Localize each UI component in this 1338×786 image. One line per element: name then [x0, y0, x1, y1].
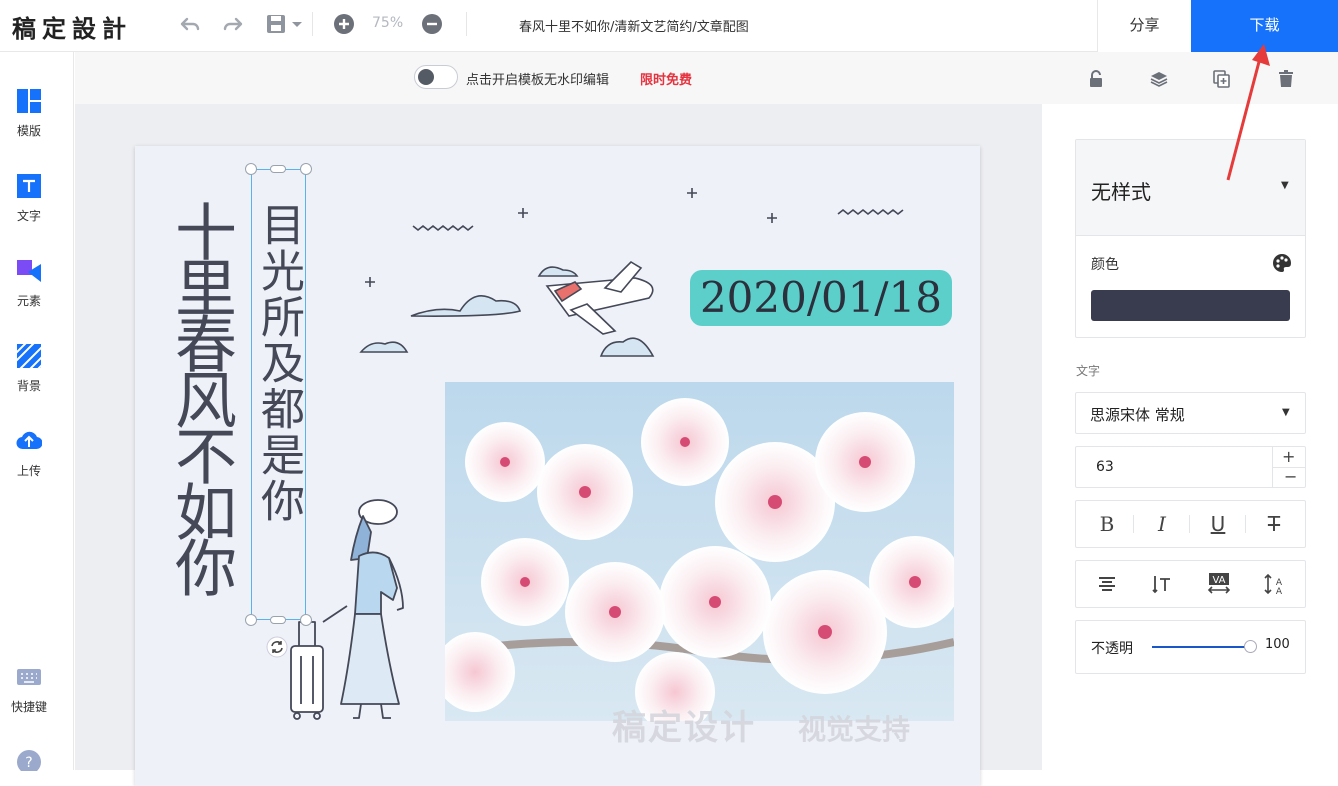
document-title[interactable]: 春风十里不如你/清新文艺简约/文章配图	[519, 16, 749, 35]
elements-icon	[17, 260, 41, 282]
resize-handle[interactable]	[270, 616, 286, 624]
sidebar-item-shortcuts[interactable]: 快捷键	[0, 664, 58, 715]
sidebar-item-background[interactable]: 背景	[0, 343, 58, 394]
opacity-label: 不透明	[1091, 641, 1133, 657]
toggle-knob	[418, 69, 434, 85]
sidebar-item-elements[interactable]: 元素	[0, 258, 58, 309]
sidebar-item-label: 元素	[16, 294, 41, 308]
toolbar-divider	[466, 12, 467, 36]
free-badge: 限时免费	[640, 73, 693, 88]
selection-box[interactable]	[251, 169, 306, 620]
vertical-text-icon[interactable]	[1152, 574, 1172, 594]
color-label: 颜色	[1091, 257, 1119, 273]
watermark-toggle-label: 点击开启模板无水印编辑	[466, 73, 610, 88]
opacity-card: 不透明 100	[1075, 620, 1306, 674]
resize-handle[interactable]	[300, 614, 312, 626]
resize-handle[interactable]	[245, 614, 257, 626]
share-button[interactable]: 分享	[1097, 0, 1191, 52]
undo-icon[interactable]	[176, 12, 204, 40]
canvas-watermark: 稿定设计	[612, 708, 756, 748]
annotation-arrow	[1226, 44, 1270, 181]
cherry-blossom-photo[interactable]	[445, 382, 954, 721]
line-height-icon[interactable]: AA	[1264, 573, 1286, 595]
decrease-icon[interactable]: −	[1284, 467, 1297, 486]
redo-icon[interactable]	[219, 12, 247, 40]
layers-icon[interactable]	[1150, 70, 1168, 88]
align-center-icon[interactable]	[1097, 574, 1117, 594]
sidebar-item-template[interactable]: 模版	[0, 88, 58, 139]
zoom-out-icon[interactable]	[418, 12, 446, 40]
color-swatch[interactable]	[1091, 290, 1290, 321]
toolbar-divider	[312, 12, 313, 36]
watermark-toggle[interactable]	[414, 65, 458, 89]
main-vertical-title[interactable]: 十里春风不如你	[163, 200, 237, 592]
help-icon[interactable]: ?	[16, 749, 42, 771]
resize-handle[interactable]	[300, 163, 312, 175]
rotate-icon[interactable]	[266, 636, 288, 658]
sidebar-item-label: 快捷键	[10, 700, 47, 714]
canvas-watermark-sub: 视觉支持	[798, 713, 911, 746]
svg-text:VA: VA	[1212, 575, 1225, 586]
keyboard-icon	[17, 669, 41, 685]
app-logo[interactable]: 稿定設計	[12, 9, 132, 44]
zoom-in-icon[interactable]	[330, 12, 358, 40]
top-bar: 稿定設計 75% 春风十里不如你/清新文艺简约/文章配图 分享 下载	[0, 0, 1338, 52]
sidebar-item-text[interactable]: 文字	[0, 173, 58, 224]
italic-icon[interactable]: I	[1147, 512, 1177, 536]
font-size-value[interactable]: 63	[1096, 459, 1114, 475]
left-sidebar: 模版 文字 元素 背景 上传 快捷键 ?	[0, 52, 74, 771]
zoom-level: 75%	[372, 15, 404, 31]
canvas-toolstrip	[75, 52, 1338, 104]
strikethrough-icon[interactable]: T	[1259, 512, 1289, 536]
bold-icon[interactable]: B	[1092, 512, 1122, 536]
chevron-down-icon: ▼	[1282, 407, 1290, 418]
font-family-value: 思源宋体 常规	[1090, 406, 1185, 424]
svg-text:A: A	[1276, 587, 1283, 595]
opacity-slider-track[interactable]	[1152, 646, 1250, 648]
date-badge[interactable]: 2020/01/18	[690, 270, 952, 326]
sidebar-item-upload[interactable]: 上传	[0, 428, 58, 479]
sidebar-item-label: 背景	[16, 379, 41, 393]
sidebar-item-label: 模版	[16, 124, 41, 138]
resize-handle[interactable]	[245, 163, 257, 175]
text-section-label: 文字	[1076, 364, 1101, 378]
save-icon[interactable]	[264, 12, 308, 40]
divider	[1189, 515, 1190, 533]
background-icon	[16, 343, 42, 369]
svg-text:?: ?	[25, 755, 32, 771]
increase-icon[interactable]: +	[1282, 447, 1295, 466]
style-select-value: 无样式	[1091, 180, 1151, 204]
letter-spacing-icon[interactable]: VA	[1207, 572, 1231, 594]
chevron-down-icon: ▼	[1281, 180, 1289, 191]
opacity-slider-thumb[interactable]	[1244, 640, 1257, 653]
resize-handle[interactable]	[270, 165, 286, 173]
palette-icon[interactable]	[1272, 253, 1292, 273]
divider	[1245, 515, 1246, 533]
lock-icon[interactable]	[1087, 70, 1105, 88]
font-size-stepper[interactable]: 63 + −	[1075, 446, 1306, 488]
divider	[1133, 515, 1134, 533]
sidebar-item-label: 上传	[16, 464, 41, 478]
sidebar-item-label: 文字	[16, 209, 41, 223]
underline-icon[interactable]: U	[1203, 512, 1233, 536]
text-icon	[17, 174, 41, 198]
template-icon	[17, 89, 41, 113]
upload-icon	[16, 431, 42, 450]
opacity-value: 100	[1265, 637, 1290, 652]
font-family-select[interactable]: 思源宋体 常规 ▼	[1075, 392, 1306, 434]
